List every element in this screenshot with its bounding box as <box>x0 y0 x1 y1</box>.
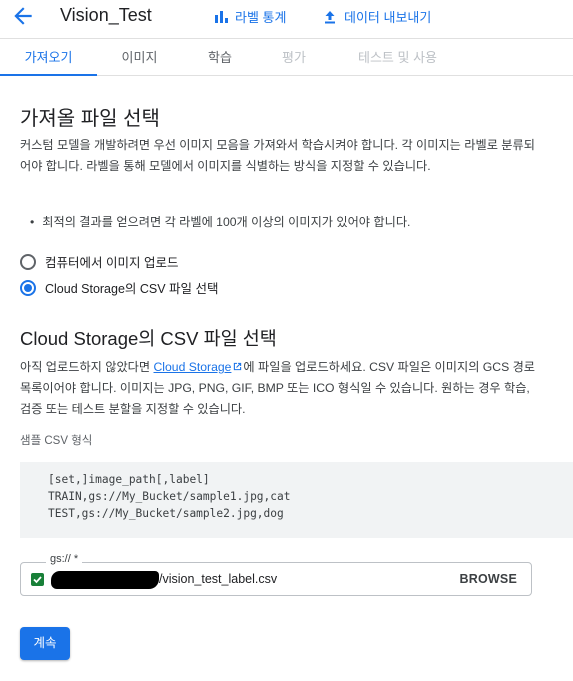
tab-evaluate: 평가 <box>282 50 306 65</box>
option-select-csv-from-cloud-storage[interactable]: Cloud Storage의 CSV 파일 선택 <box>20 278 219 297</box>
label-stats-label: 라벨 통계 <box>235 10 287 25</box>
dataset-title: Vision_Test <box>60 5 152 25</box>
gcs-path-value[interactable]: /vision_test_label.csv <box>159 572 277 586</box>
browse-button[interactable]: BROWSE <box>460 572 517 586</box>
option-upload-from-computer[interactable]: 컴퓨터에서 이미지 업로드 <box>20 252 178 271</box>
label-stats-button[interactable]: 라벨 통계 <box>213 7 286 26</box>
tab-import[interactable]: 가져오기 <box>0 39 97 76</box>
cloud-storage-link-text: Cloud Storage <box>153 360 232 374</box>
active-tab-indicator <box>0 74 97 76</box>
option-label: 컴퓨터에서 이미지 업로드 <box>45 256 179 270</box>
sample-csv-label: 샘플 CSV 형식 <box>20 435 93 447</box>
page-heading: 가져올 파일 선택 <box>20 108 160 130</box>
arrow-back-icon <box>14 7 32 25</box>
code-line: TEST,gs://My_Bucket/sample2.jpg,dog <box>48 507 284 520</box>
csv-section-heading: Cloud Storage의 CSV 파일 선택 <box>20 328 277 349</box>
gcs-path-field[interactable]: /vision_test_label.csv BROWSE <box>20 562 532 596</box>
redacted-bucket-path <box>51 571 159 589</box>
tab-train[interactable]: 학습 <box>182 39 258 76</box>
intro-description: 커스텀 모델을 개발하려면 우선 이미지 모음을 가져와서 학습시켜야 합니다.… <box>20 138 535 173</box>
back-button[interactable] <box>10 3 36 29</box>
cloud-storage-link[interactable]: Cloud Storage <box>154 360 244 374</box>
csv-description: 아직 업로드하지 않았다면 Cloud Storage 에 파일을 업로드하세요.… <box>20 357 540 420</box>
export-data-button[interactable]: 데이터 내보내기 <box>322 7 431 26</box>
radio-upload-from-computer[interactable] <box>20 253 36 270</box>
csv-description-text: 아직 업로드하지 않았다면 <box>20 360 154 374</box>
tab-test-and-use: 테스트 및 사용 <box>358 50 437 65</box>
option-label: Cloud Storage의 CSV 파일 선택 <box>45 282 219 296</box>
bar-chart-icon <box>215 10 228 23</box>
gcs-path-field-label: gs:// * <box>46 553 83 565</box>
tab-bar: 가져오기 이미지 학습 평가 테스트 및 사용 <box>0 38 573 76</box>
tip-bullet: 최적의 결과를 얻으려면 각 라벨에 100개 이상의 이미지가 있어야 합니다… <box>30 212 410 230</box>
tab-images[interactable]: 이미지 <box>97 39 182 76</box>
code-line: TRAIN,gs://My_Bucket/sample1.jpg,cat <box>48 490 291 503</box>
export-data-label: 데이터 내보내기 <box>344 10 432 25</box>
top-bar: Vision_Test 라벨 통계 데이터 내보내기 <box>0 0 573 34</box>
open-in-new-icon <box>234 362 242 371</box>
upload-icon <box>325 10 335 23</box>
radio-select-csv[interactable] <box>20 279 36 296</box>
sample-csv-code-block: [set,]image_path[,label] TRAIN,gs://My_B… <box>20 462 573 538</box>
continue-button[interactable]: 계속 <box>20 627 70 660</box>
check-icon <box>31 573 44 586</box>
code-line: [set,]image_path[,label] <box>48 473 210 486</box>
